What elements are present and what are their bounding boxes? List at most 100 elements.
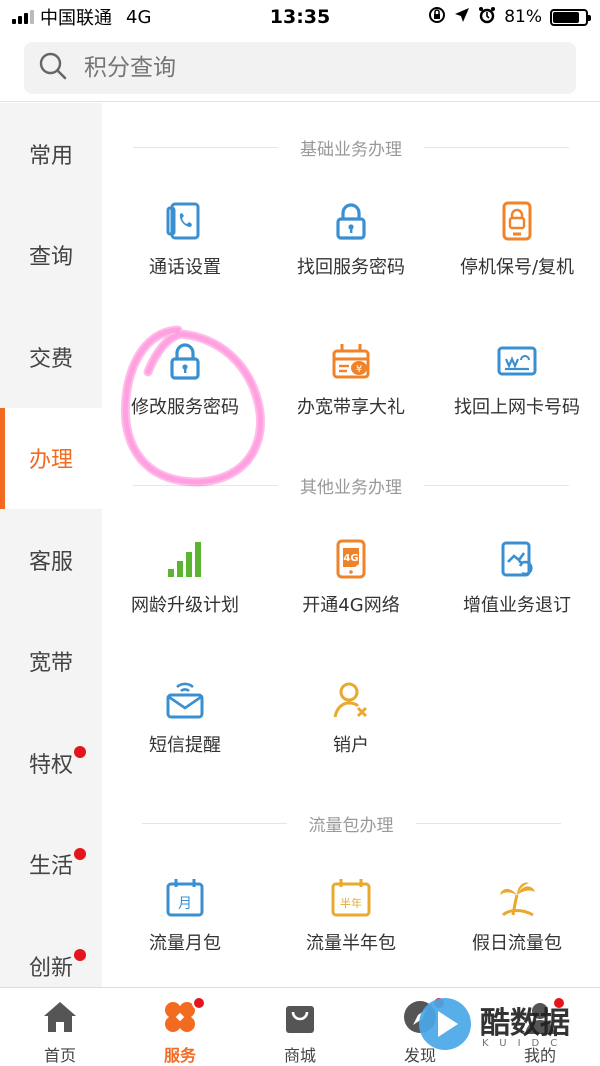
notification-dot — [74, 746, 86, 758]
tab-label: 商城 — [283, 1046, 316, 1065]
phone-lock-icon — [495, 199, 539, 243]
watermark-subtext: KUIDC — [482, 1038, 569, 1049]
alarm-icon — [478, 6, 496, 29]
service-grid: 月流量月包 半年 流量半年包假日流量包 — [102, 857, 600, 997]
sidebar-item-3[interactable]: 办理 — [0, 407, 102, 509]
sidebar-item-label: 创新 — [28, 955, 73, 981]
service-row: 短信提醒 销户 — [102, 659, 600, 799]
service-item-label: 假日流量包 — [472, 933, 562, 954]
search-icon — [38, 51, 68, 85]
sidebar-item-label: 生活 — [28, 854, 73, 880]
service-item[interactable]: 增值业务退订 — [434, 519, 600, 659]
service-row: 修改服务密码 ¥ 办宽带享大礼 找回上网卡号码 — [102, 321, 600, 461]
calendar-month-icon: 月 — [163, 875, 207, 919]
section-title-text: 基础业务办理 — [300, 139, 402, 160]
section-title-text: 其他业务办理 — [300, 477, 402, 498]
service-item-label: 增值业务退订 — [463, 595, 571, 616]
service-item[interactable]: 4G 开通4G网络 — [268, 519, 434, 659]
tab-2[interactable]: 商城 — [240, 988, 360, 1066]
service-item-label: 修改服务密码 — [131, 397, 239, 418]
search-input[interactable] — [84, 55, 504, 81]
sidebar-item-7[interactable]: 生活 — [0, 814, 102, 916]
battery-fill — [553, 11, 579, 23]
svg-text:¥: ¥ — [356, 364, 362, 375]
sidebar-item-label: 宽带 — [28, 651, 73, 677]
search-box[interactable] — [24, 42, 576, 94]
lock-icon — [163, 339, 207, 383]
shop-bag-icon — [280, 998, 320, 1036]
svg-text:月: 月 — [178, 896, 192, 912]
broadband-gift-icon: ¥ — [329, 339, 373, 383]
watermark-logo: 酷数据 KUIDC — [416, 994, 586, 1054]
svg-text:4G: 4G — [343, 553, 358, 564]
service-grid: 网龄升级计划 4G 开通4G网络 增值业务退订短信提醒 销户 — [102, 519, 600, 799]
service-icon — [160, 996, 206, 1036]
sidebar-item-label: 交费 — [28, 346, 73, 372]
service-item[interactable]: 停机保号/复机 — [434, 181, 600, 321]
section-title: 基础业务办理 — [102, 137, 600, 160]
service-row: 通话设置 找回服务密码 停机保号/复机 — [102, 181, 600, 321]
battery-icon — [550, 8, 591, 26]
service-item-label: 短信提醒 — [149, 735, 221, 756]
notification-dot — [192, 996, 206, 1010]
service-item[interactable]: 通话设置 — [102, 181, 268, 321]
sidebar-item-4[interactable]: 客服 — [0, 509, 102, 611]
service-item-label: 找回服务密码 — [297, 257, 405, 278]
service-item[interactable]: 月流量月包 — [102, 857, 268, 997]
service-item-label: 网龄升级计划 — [131, 595, 239, 616]
play-logo-icon — [419, 998, 471, 1050]
sim-card-icon — [495, 339, 539, 383]
sidebar-item-2[interactable]: 交费 — [0, 306, 102, 408]
service-item-label: 销户 — [333, 735, 369, 756]
notification-dot — [74, 847, 86, 860]
sidebar-item-label: 查询 — [28, 245, 73, 271]
service-item[interactable]: 找回上网卡号码 — [434, 321, 600, 461]
svg-text:半年: 半年 — [340, 896, 362, 910]
service-row: 月流量月包 半年 流量半年包假日流量包 — [102, 857, 600, 997]
sidebar-item-5[interactable]: 宽带 — [0, 611, 102, 713]
service-item[interactable]: 半年 流量半年包 — [268, 857, 434, 997]
service-item-label: 开通4G网络 — [302, 595, 400, 616]
section-title-text: 流量包办理 — [308, 815, 394, 836]
status-bar: 中国联通 4G 13:35 81% — [0, 0, 600, 34]
sidebar-item-label: 特权 — [28, 752, 73, 778]
4g-phone-icon: 4G — [329, 537, 373, 581]
sidebar-item-0[interactable]: 常用 — [0, 103, 102, 205]
service-item[interactable]: 销户 — [268, 659, 434, 799]
unsubscribe-icon — [495, 537, 539, 581]
location-icon — [454, 7, 470, 28]
service-item-label: 停机保号/复机 — [459, 257, 575, 278]
beach-icon — [495, 875, 539, 919]
battery-percent: 81% — [504, 7, 542, 27]
service-item-label: 通话设置 — [149, 257, 221, 278]
service-item[interactable]: 假日流量包 — [434, 857, 600, 997]
sms-reminder-icon — [163, 677, 207, 721]
service-item[interactable]: 短信提醒 — [102, 659, 268, 799]
rotation-lock-icon — [428, 6, 446, 29]
sidebar-item-6[interactable]: 特权 — [0, 712, 102, 814]
status-right: 81% — [428, 6, 591, 29]
service-item-label: 找回上网卡号码 — [454, 397, 580, 418]
sidebar-item-1[interactable]: 查询 — [0, 205, 102, 307]
tab-0[interactable]: 首页 — [0, 988, 120, 1066]
service-content: 基础业务办理通话设置 找回服务密码 停机保号/复机修改服务密码 ¥ 办宽带享大礼 找回上网… — [102, 103, 600, 987]
watermark-text: 酷数据 — [480, 1006, 570, 1041]
tab-label: 首页 — [43, 1046, 76, 1065]
call-settings-icon — [163, 199, 207, 243]
service-item[interactable]: ¥ 办宽带享大礼 — [268, 321, 434, 461]
service-item[interactable]: 修改服务密码 — [102, 321, 268, 461]
service-item[interactable]: 网龄升级计划 — [102, 519, 268, 659]
home-icon — [40, 998, 80, 1036]
sidebar-item-label: 常用 — [28, 143, 73, 169]
sidebar-item-label: 办理 — [28, 448, 73, 474]
service-item-label: 办宽带享大礼 — [297, 397, 405, 418]
sidebar-item-label: 客服 — [28, 549, 73, 575]
user-cancel-icon — [329, 677, 373, 721]
service-grid: 通话设置 找回服务密码 停机保号/复机修改服务密码 ¥ 办宽带享大礼 找回上网卡号码 — [102, 181, 600, 461]
section-title: 流量包办理 — [102, 813, 600, 836]
signal-bars-icon — [163, 537, 207, 581]
tab-1[interactable]: 服务 — [120, 988, 240, 1066]
service-item[interactable]: 找回服务密码 — [268, 181, 434, 321]
notification-dot — [74, 949, 86, 961]
category-sidebar: 常用查询交费办理客服宽带特权生活创新 — [0, 103, 102, 987]
